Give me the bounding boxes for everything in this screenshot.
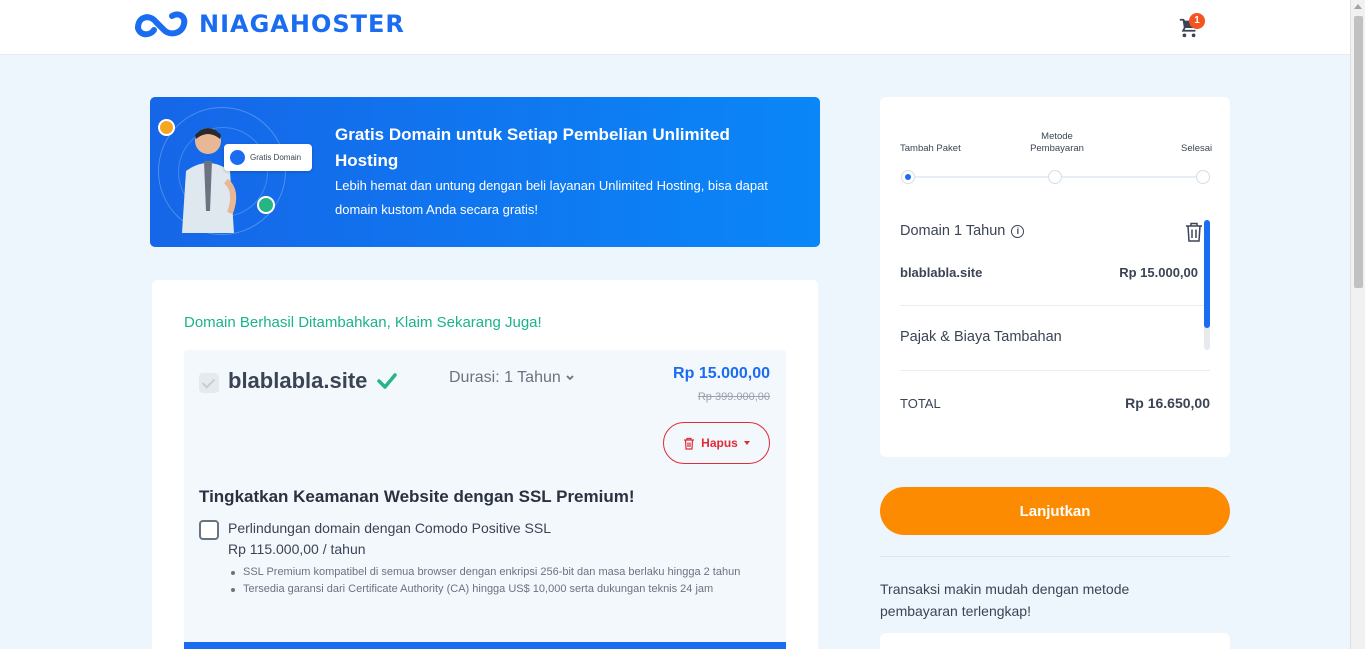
summary-domain-name: blablabla.site — [900, 265, 983, 280]
summary-scroll-thumb[interactable] — [1204, 220, 1210, 328]
total-label: TOTAL — [900, 396, 941, 411]
order-summary: Tambah Paket Metode Pembayaran Selesai D… — [880, 97, 1230, 457]
continue-button[interactable]: Lanjutkan — [880, 487, 1230, 535]
tax-label: Pajak & Biaya Tambahan — [900, 329, 1062, 345]
brand-name: NIAGAHOSTER — [199, 10, 405, 38]
ssl-option-price: Rp 115.000,00 / tahun — [228, 541, 366, 557]
domain-icon — [230, 150, 245, 165]
trash-icon[interactable] — [1185, 222, 1203, 242]
trash-icon — [684, 437, 695, 450]
ssl-option-label: Perlindungan domain dengan Comodo Positi… — [228, 520, 551, 536]
domain-name: blablabla.site — [228, 368, 368, 393]
summary-scrollbar[interactable] — [1204, 220, 1210, 350]
payment-methods-card — [880, 633, 1230, 649]
divider — [900, 370, 1210, 371]
list-item: SSL Premium kompatibel di semua browser … — [228, 564, 768, 581]
banner-title: Gratis Domain untuk Setiap Pembelian Unl… — [335, 125, 730, 170]
step-dot — [1196, 170, 1210, 184]
domain-original-price: Rp 399.000,00 — [697, 391, 770, 403]
domain-item: blablabla.site Durasi: 1 Tahun Rp 15.000… — [184, 350, 786, 649]
duration-select[interactable]: Durasi: 1 Tahun — [449, 369, 575, 387]
brand-logo[interactable]: NIAGAHOSTER — [134, 10, 405, 38]
chevron-down-icon — [566, 375, 574, 381]
summary-item-title: Domain 1 Tahun i — [900, 223, 1025, 239]
top-header: NIAGAHOSTER 1 — [0, 0, 1350, 55]
logo-icon — [135, 11, 188, 38]
promo-banner: Gratis Domain Gratis Domain untuk Setiap… — [150, 97, 820, 247]
scroll-thumb[interactable] — [1354, 16, 1363, 288]
step-dot — [1048, 170, 1062, 184]
step-selesai: Selesai — [1181, 143, 1213, 154]
scroll-up-icon[interactable] — [1354, 4, 1362, 9]
domain-price: Rp 15.000,00 — [673, 365, 770, 382]
check-icon — [377, 373, 397, 389]
payment-note: Transaksi makin mudah dengan metode pemb… — [880, 581, 1130, 619]
step-dot-active — [901, 170, 915, 184]
ssl-feature-list: SSL Premium kompatibel di semua browser … — [228, 564, 768, 598]
ssl-title: Tingkatkan Keamanan Website dengan SSL P… — [199, 487, 635, 506]
divider — [880, 556, 1230, 557]
gratis-domain-label: Gratis Domain — [250, 153, 302, 162]
domain-checkbox — [199, 373, 219, 393]
banner-subtitle: Lebih hemat dan untung dengan beli layan… — [335, 178, 768, 217]
gratis-domain-card: Gratis Domain — [224, 144, 312, 171]
duration-label: Durasi: 1 Tahun — [449, 369, 561, 386]
ssl-checkbox[interactable] — [199, 520, 219, 540]
globe-icon — [158, 119, 175, 136]
info-icon[interactable]: i — [1011, 224, 1025, 238]
list-item: Tersedia garansi dari Certificate Author… — [228, 581, 768, 598]
step-tambah-paket: Tambah Paket — [900, 143, 961, 154]
success-message: Domain Berhasil Ditambahkan, Klaim Sekar… — [184, 314, 542, 331]
tag-icon — [257, 196, 275, 214]
caret-down-icon — [743, 441, 750, 445]
blue-banner-edge — [184, 642, 786, 649]
remove-label: Hapus — [701, 436, 738, 450]
summary-domain-price: Rp 15.000,00 — [1119, 265, 1198, 280]
remove-button[interactable]: Hapus — [663, 422, 770, 464]
total-value: Rp 16.650,00 — [1125, 395, 1210, 411]
person-illustration — [182, 128, 237, 233]
summary-item-label: Domain 1 Tahun — [900, 223, 1006, 239]
page-scrollbar[interactable] — [1350, 0, 1365, 649]
divider — [900, 305, 1210, 306]
step-metode-pembayaran: Metode Pembayaran — [1030, 131, 1084, 154]
cart-count-badge: 1 — [1189, 13, 1205, 29]
domain-card: Domain Berhasil Ditambahkan, Klaim Sekar… — [152, 280, 818, 649]
